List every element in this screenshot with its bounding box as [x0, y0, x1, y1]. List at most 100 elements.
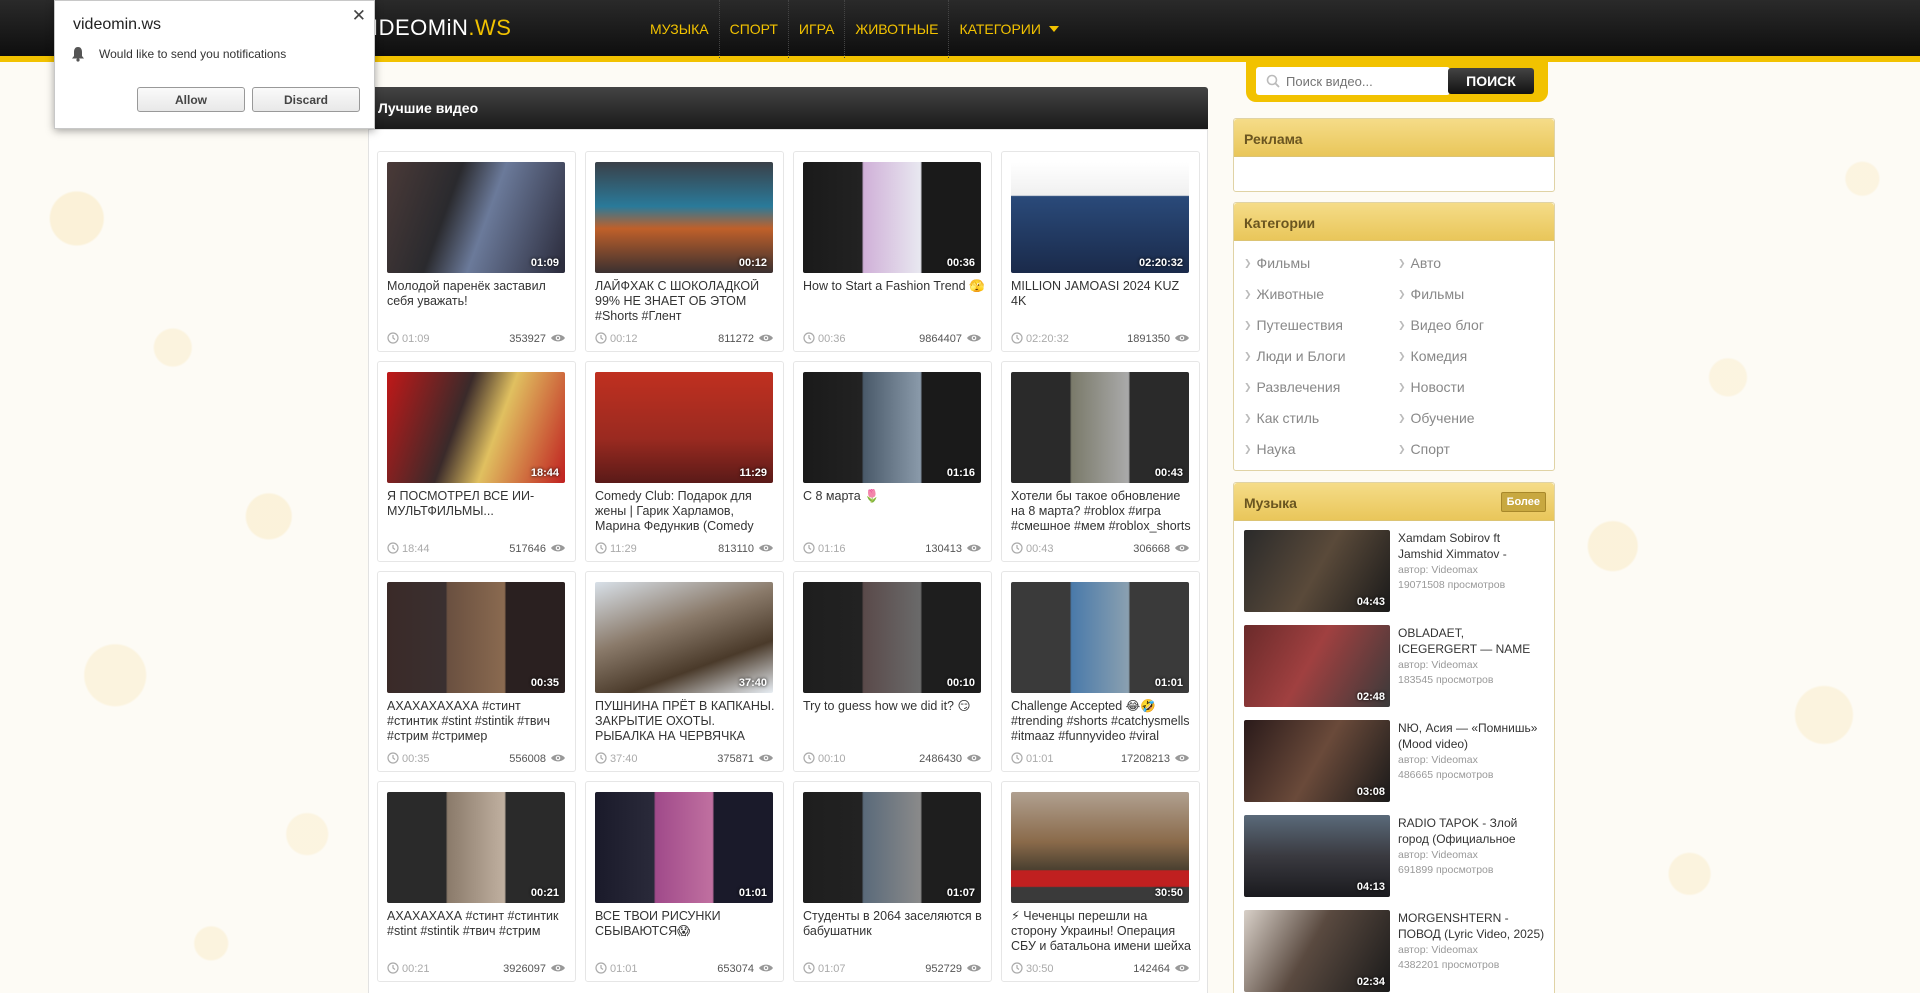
- nav-item-sport[interactable]: СПОРТ: [720, 0, 789, 58]
- video-title[interactable]: С 8 марта 🌷: [803, 489, 985, 535]
- video-thumbnail[interactable]: 00:35: [387, 582, 565, 693]
- video-thumbnail[interactable]: 00:12: [595, 162, 773, 273]
- video-thumbnail[interactable]: 00:21: [387, 792, 565, 903]
- video-title[interactable]: Я ПОСМОТРЕЛ ВСЕ ИИ-МУЛЬТФИЛЬМЫ...: [387, 489, 569, 535]
- category-link[interactable]: ❯ Фильмы: [1398, 286, 1464, 302]
- music-thumbnail[interactable]: 03:08: [1244, 720, 1390, 802]
- category-label: Развлечения: [1256, 379, 1341, 395]
- music-title[interactable]: RADIO TAPOK - Злой город (Официальное ви…: [1398, 815, 1546, 847]
- video-title[interactable]: ЛАЙФХАК С ШОКОЛАДКОЙ 99% НЕ ЗНАЕТ ОБ ЭТО…: [595, 279, 777, 325]
- video-thumbnail[interactable]: 01:01: [1011, 582, 1189, 693]
- video-title[interactable]: How to Start a Fashion Trend 🫣: [803, 279, 985, 325]
- video-title[interactable]: Challenge Accepted 😂🤣 #trending #shorts …: [1011, 699, 1193, 745]
- video-title[interactable]: ⚡ Чеченцы перешли на сторону Украины! Оп…: [1011, 909, 1193, 955]
- music-title[interactable]: Xamdam Sobirov ft Jamshid Ximmatov - Yom…: [1398, 530, 1546, 562]
- music-thumbnail[interactable]: 02:48: [1244, 625, 1390, 707]
- video-title[interactable]: Comedy Club: Подарок для жены | Гарик Ха…: [595, 489, 777, 535]
- category-link[interactable]: ❯ Видео блог: [1398, 317, 1484, 333]
- video-card[interactable]: 18:44 Я ПОСМОТРЕЛ ВСЕ ИИ-МУЛЬТФИЛЬМЫ... 18…: [377, 361, 576, 562]
- video-card[interactable]: 00:21 АХАХАХАХА #стинт #стинтик #stint #s…: [377, 781, 576, 982]
- clock-icon: [803, 751, 818, 767]
- category-link[interactable]: ❯ Как стиль: [1244, 410, 1319, 426]
- video-title[interactable]: АХАХАХАХА #стинт #стинтик #stint #stinti…: [387, 909, 569, 955]
- video-thumbnail[interactable]: 01:01: [595, 792, 773, 903]
- category-link[interactable]: ❯ Фильмы: [1244, 255, 1310, 271]
- category-link[interactable]: ❯ Развлечения: [1244, 379, 1340, 395]
- video-thumbnail[interactable]: 30:50: [1011, 792, 1189, 903]
- video-card[interactable]: 01:09 Молодой паренёк заставил себя уважа…: [377, 151, 576, 352]
- music-item[interactable]: 04:43 Xamdam Sobirov ft Jamshid Ximmatov …: [1244, 530, 1544, 612]
- video-title[interactable]: Try to guess how we did it? 😏: [803, 699, 985, 745]
- nav-item-animals[interactable]: ЖИВОТНЫЕ: [845, 0, 950, 58]
- video-thumbnail[interactable]: 37:40: [595, 582, 773, 693]
- category-link[interactable]: ❯ Комедия: [1398, 348, 1467, 364]
- video-card[interactable]: 30:50 ⚡ Чеченцы перешли на сторону Украин…: [1001, 781, 1200, 982]
- chevron-right-icon: ❯: [1244, 350, 1252, 361]
- video-card[interactable]: 00:12 ЛАЙФХАК С ШОКОЛАДКОЙ 99% НЕ ЗНАЕТ О…: [585, 151, 784, 352]
- video-card[interactable]: 02:20:32 MILLION JAMOASI 2024 KUZ 4K 02:20…: [1001, 151, 1200, 352]
- video-meta: 00:36 9864407: [803, 331, 982, 346]
- music-item[interactable]: 04:13 RADIO TAPOK - Злой город (Официальн…: [1244, 815, 1544, 897]
- video-card[interactable]: 00:43 Хотели бы такое обновление на 8 мар…: [1001, 361, 1200, 562]
- video-title[interactable]: АХАХАХАХАХА #стинт #стинтик #stint #stin…: [387, 699, 569, 745]
- video-title[interactable]: ВСЕ ТВОИ РИСУНКИ СБЫВАЮТСЯ😱: [595, 909, 777, 955]
- video-card[interactable]: 01:07 Студенты в 2064 заселяются в бабуша…: [793, 781, 992, 982]
- search-input[interactable]: [1286, 73, 1436, 89]
- category-link[interactable]: ❯ Спорт: [1398, 441, 1450, 457]
- video-duration-badge: 00:43: [1154, 467, 1183, 479]
- category-link[interactable]: ❯ Авто: [1398, 255, 1441, 271]
- video-thumbnail[interactable]: 00:10: [803, 582, 981, 693]
- video-title[interactable]: Молодой паренёк заставил себя уважать!: [387, 279, 569, 325]
- video-title[interactable]: Хотели бы такое обновление на 8 марта? #…: [1011, 489, 1193, 535]
- video-meta: 37:40 375871: [595, 751, 774, 766]
- video-duration-badge: 00:21: [530, 887, 559, 899]
- video-thumbnail[interactable]: 00:43: [1011, 372, 1189, 483]
- music-item[interactable]: 03:08 NЮ, Асия — «Помнишь» (Mood video) ав…: [1244, 720, 1544, 802]
- video-thumbnail[interactable]: 01:07: [803, 792, 981, 903]
- music-thumbnail[interactable]: 02:34: [1244, 910, 1390, 992]
- video-card[interactable]: 00:35 АХАХАХАХАХА #стинт #стинтик #stint …: [377, 571, 576, 772]
- video-card[interactable]: 00:36 How to Start a Fashion Trend 🫣 00:36…: [793, 151, 992, 352]
- allow-button[interactable]: Allow: [137, 87, 245, 112]
- video-thumbnail[interactable]: 02:20:32: [1011, 162, 1189, 273]
- video-card[interactable]: 01:01 Challenge Accepted 😂🤣 #trending #sh…: [1001, 571, 1200, 772]
- nav-item-game[interactable]: ИГРА: [789, 0, 846, 58]
- video-card[interactable]: 37:40 ПУШНИНА ПРЁТ В КАПКАНЫ. ЗАКРЫТИЕ ОХ…: [585, 571, 784, 772]
- video-thumbnail[interactable]: 11:29: [595, 372, 773, 483]
- category-link[interactable]: ❯ Путешествия: [1244, 317, 1343, 333]
- music-thumbnail[interactable]: 04:43: [1244, 530, 1390, 612]
- music-title[interactable]: MORGENSHTERN - ПОВОД (Lyric Video, 2025): [1398, 910, 1546, 942]
- clock-icon: [803, 541, 818, 557]
- video-card[interactable]: 00:10 Try to guess how we did it? 😏 00:10 2…: [793, 571, 992, 772]
- category-link[interactable]: ❯ Обучение: [1398, 410, 1475, 426]
- music-title[interactable]: OBLADAET, ICEGERGERT — NAME: [1398, 625, 1546, 657]
- video-card[interactable]: 01:16 С 8 марта 🌷 01:16 130413: [793, 361, 992, 562]
- video-card[interactable]: 11:29 Comedy Club: Подарок для жены | Гар…: [585, 361, 784, 562]
- search-button[interactable]: ПОИСК: [1448, 68, 1534, 94]
- video-title[interactable]: ПУШНИНА ПРЁТ В КАПКАНЫ. ЗАКРЫТИЕ ОХОТЫ. …: [595, 699, 777, 745]
- category-link[interactable]: ❯ Новости: [1398, 379, 1465, 395]
- music-item[interactable]: 02:34 MORGENSHTERN - ПОВОД (Lyric Video, …: [1244, 910, 1544, 992]
- video-thumbnail[interactable]: 00:36: [803, 162, 981, 273]
- video-title[interactable]: MILLION JAMOASI 2024 KUZ 4K: [1011, 279, 1193, 325]
- nav-item-categories[interactable]: КАТЕГОРИИ: [949, 0, 1068, 58]
- music-thumbnail[interactable]: 04:13: [1244, 815, 1390, 897]
- category-link[interactable]: ❯ Люди и Блоги: [1244, 348, 1346, 364]
- video-duration: 00:36: [818, 333, 846, 345]
- video-thumbnail[interactable]: 01:09: [387, 162, 565, 273]
- video-views: 653074: [717, 963, 754, 975]
- site-logo[interactable]: IDEOMiN.WS: [372, 15, 511, 41]
- category-link[interactable]: ❯ Наука: [1244, 441, 1296, 457]
- music-item[interactable]: 02:48 OBLADAET, ICEGERGERT — NAME автор: V…: [1244, 625, 1544, 707]
- nav-item-music[interactable]: МУЗЫКА: [640, 0, 720, 58]
- discard-button[interactable]: Discard: [252, 87, 360, 112]
- video-title[interactable]: Студенты в 2064 заселяются в бабушатник: [803, 909, 985, 955]
- music-title[interactable]: NЮ, Асия — «Помнишь» (Mood video): [1398, 720, 1546, 752]
- category-link[interactable]: ❯ Животные: [1244, 286, 1324, 302]
- music-more-button[interactable]: Более: [1500, 492, 1546, 512]
- close-icon[interactable]: ✕: [352, 7, 366, 24]
- video-card[interactable]: 01:01 ВСЕ ТВОИ РИСУНКИ СБЫВАЮТСЯ😱 01:01 653…: [585, 781, 784, 982]
- video-thumbnail[interactable]: 01:16: [803, 372, 981, 483]
- video-thumbnail[interactable]: 18:44: [387, 372, 565, 483]
- chevron-right-icon: ❯: [1398, 443, 1406, 454]
